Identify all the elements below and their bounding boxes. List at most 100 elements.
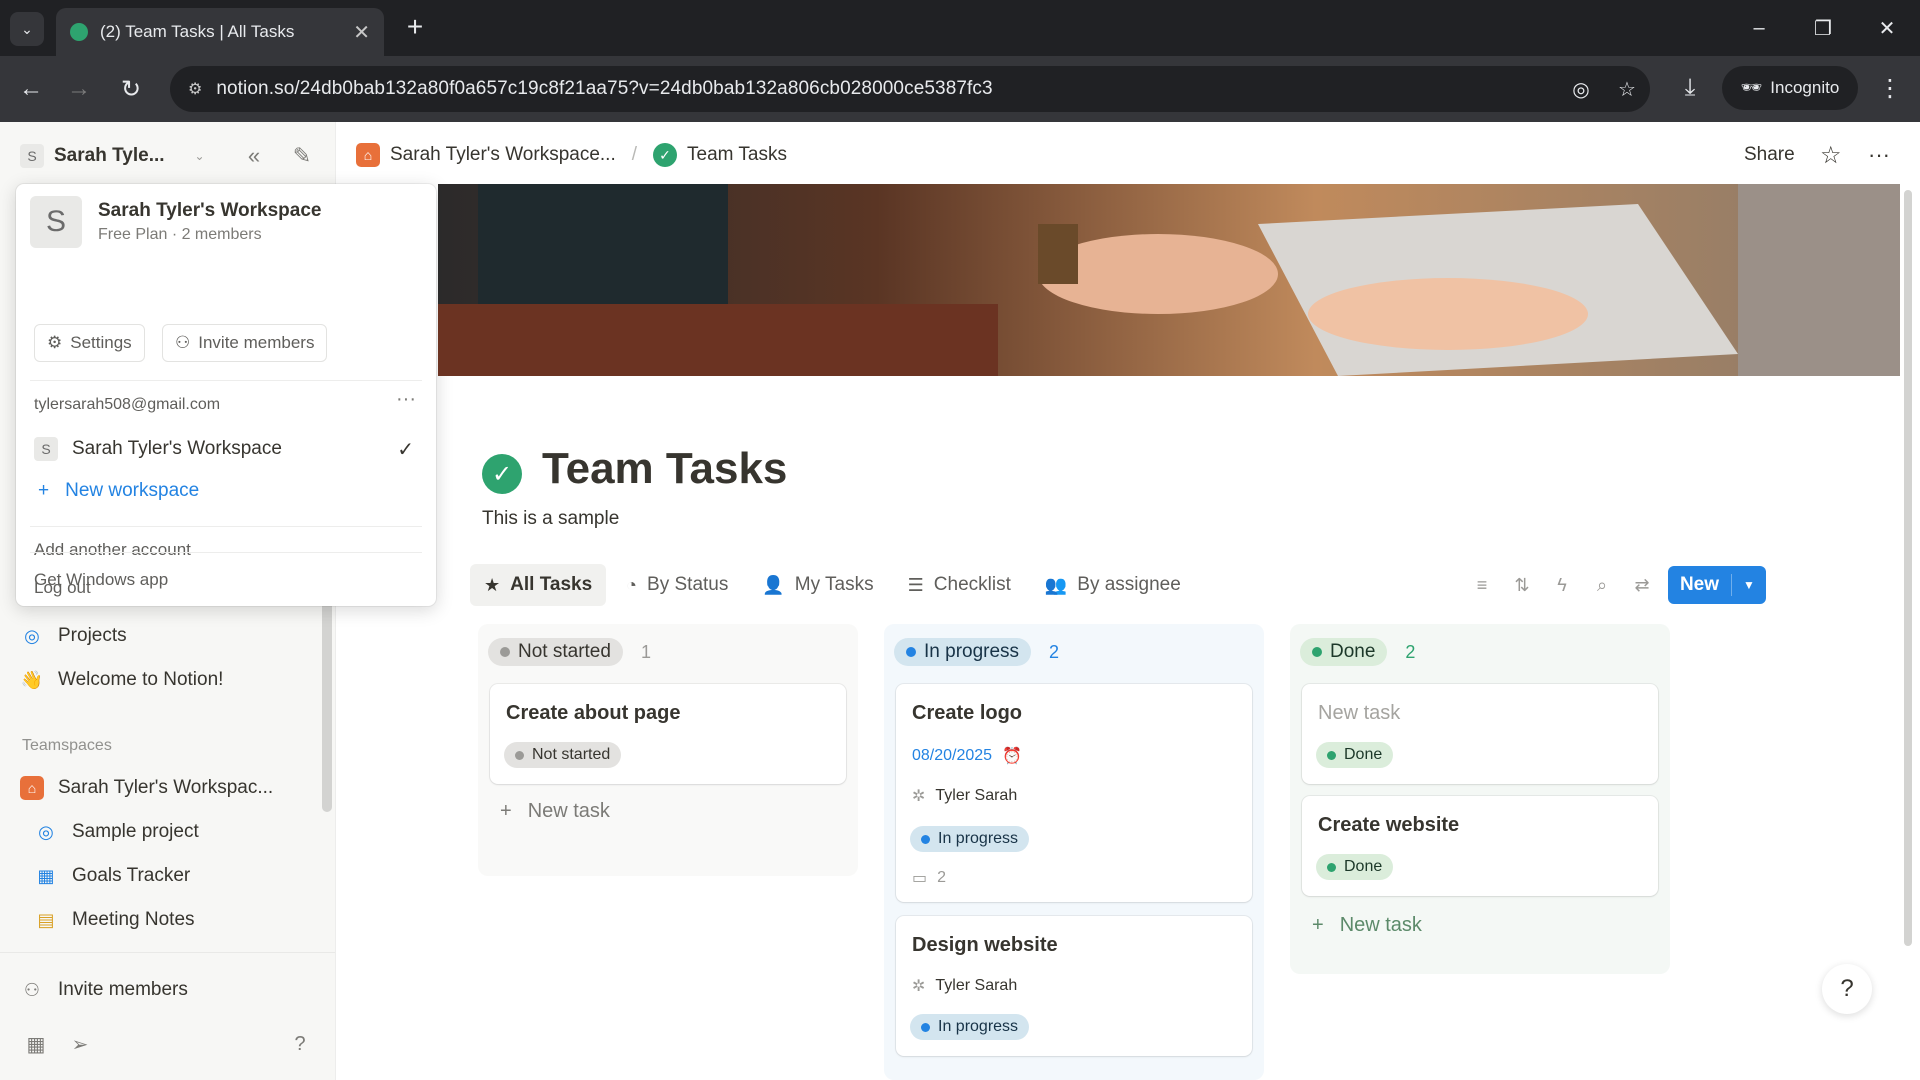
sidebar-item-label: Welcome to Notion! (58, 669, 224, 690)
tab-by-status[interactable]: ◔ By Status (612, 564, 742, 606)
task-card[interactable]: Create about page Not started (490, 684, 846, 784)
sidebar-item-label: Sarah Tyler's Workspac... (58, 777, 274, 798)
checklist-icon: ☰ (907, 574, 924, 595)
plus-icon: + (1312, 914, 1324, 936)
notion-ai-help-icon[interactable]: ? (1822, 964, 1872, 1014)
sort-icon[interactable]: ⇅ (1502, 575, 1542, 596)
close-window-icon[interactable]: ✕ (1856, 0, 1918, 56)
task-card[interactable]: Design website ✲ Tyler Sarah In progress (896, 916, 1252, 1056)
alarm-clock-icon: ⏰ (1002, 748, 1022, 765)
card-title: Design website (912, 934, 1058, 956)
chevron-down-icon[interactable]: ▼ (1732, 578, 1766, 592)
mail-send-icon[interactable]: ➢ (66, 1030, 94, 1058)
workspace-switcher[interactable]: S Sarah Tyle... ⌄ (20, 140, 205, 172)
breadcrumb-workspace[interactable]: Sarah Tyler's Workspace... (390, 144, 616, 166)
sidebar-item-welcome[interactable]: 👋 Welcome to Notion! (20, 662, 224, 698)
browser-tab[interactable]: (2) Team Tasks | All Tasks ✕ (56, 8, 384, 56)
automation-lightning-icon[interactable]: ϟ (1542, 575, 1582, 596)
task-card[interactable]: Create website Done (1302, 796, 1658, 896)
tab-list-chevron-icon[interactable]: ⌄ (10, 12, 44, 46)
page-scrollbar[interactable] (1904, 190, 1912, 946)
site-settings-icon[interactable]: ⚙ (188, 79, 202, 99)
status-badge[interactable]: In progress (894, 638, 1032, 666)
filter-icon[interactable]: ≡ (1462, 575, 1502, 596)
search-icon[interactable]: ⌕ (1582, 575, 1622, 596)
add-new-task-button[interactable]: + New task (500, 800, 610, 823)
sidebar-scrollbar[interactable] (322, 592, 332, 812)
more-options-icon[interactable]: ··· (396, 388, 416, 411)
sidebar-item-sample-project[interactable]: ◎ Sample project (34, 814, 199, 850)
settings-sliders-icon[interactable]: ⇄ (1622, 575, 1662, 596)
sidebar-item-label: Invite members (58, 979, 188, 1000)
tab-by-assignee[interactable]: 👥 By assignee (1031, 564, 1195, 606)
workspace-menu-header: S Sarah Tyler's Workspace Free Plan · 2 … (30, 196, 321, 248)
calendar-app-icon[interactable]: ▦ (22, 1030, 50, 1058)
status-badge[interactable]: Not started (488, 638, 623, 666)
new-tab-icon[interactable]: + (398, 10, 432, 44)
status-badge[interactable]: Done (1300, 638, 1388, 666)
view-tools: ≡ ⇅ ϟ ⌕ ⇄ (1462, 568, 1662, 602)
people-icon: 👥 (1044, 574, 1068, 595)
task-card[interactable]: New task Done (1302, 684, 1658, 784)
new-page-icon[interactable]: ✎ (286, 140, 318, 172)
status-tag: Done (1316, 854, 1394, 880)
share-button[interactable]: Share (1744, 138, 1795, 172)
collapse-sidebar-icon[interactable]: « (238, 140, 270, 172)
favorite-star-icon[interactable]: ☆ (1820, 138, 1842, 172)
incognito-badge[interactable]: 🕶 Incognito (1722, 66, 1858, 110)
add-new-task-button[interactable]: + New task (1312, 914, 1422, 937)
column-header: In progress 2 (894, 638, 1059, 666)
get-windows-app[interactable]: Get Windows app (34, 570, 168, 590)
close-tab-icon[interactable]: ✕ (353, 20, 370, 45)
sidebar-item-teamspace[interactable]: ⌂ Sarah Tyler's Workspac... (20, 770, 273, 806)
tab-all-tasks[interactable]: ★ All Tasks (470, 564, 607, 606)
check-circle-icon[interactable]: ✓ (482, 454, 522, 494)
view-label: By Status (647, 574, 729, 595)
settings-button[interactable]: ⚙ Settings (34, 324, 145, 362)
help-icon[interactable]: ? (286, 1030, 314, 1058)
sidebar-item-projects[interactable]: ◎ Projects (20, 618, 127, 654)
invite-members-button[interactable]: ⚇ Invite members (162, 324, 328, 362)
new-button[interactable]: New ▼ (1668, 566, 1766, 604)
status-tag-label: In progress (938, 1018, 1019, 1035)
due-date: 08/20/2025 ⏰ (912, 746, 1022, 766)
tracking-off-icon[interactable]: ◎ (1558, 77, 1604, 102)
tab-checklist[interactable]: ☰ Checklist (894, 564, 1025, 606)
column-header: Not started 1 (488, 638, 651, 666)
avatar-icon: ✲ (912, 978, 926, 995)
wave-icon: 👋 (20, 669, 44, 690)
tab-my-tasks[interactable]: 👤 My Tasks (748, 564, 887, 606)
status-dot (515, 750, 524, 760)
task-card[interactable]: Create logo 08/20/2025 ⏰ ✲ Tyler Sarah I… (896, 684, 1252, 902)
new-workspace-button[interactable]: + New workspace (38, 480, 199, 502)
breadcrumb-page[interactable]: Team Tasks (687, 144, 787, 166)
sidebar-item-meeting-notes[interactable]: ▤ Meeting Notes (34, 902, 194, 938)
sidebar-item-goals-tracker[interactable]: ▦ Goals Tracker (34, 858, 190, 894)
board-column-not-started: Not started 1 Create about page Not star… (478, 624, 858, 876)
address-bar[interactable]: ⚙ notion.so/24db0bab132a80f0a657c19c8f21… (170, 66, 1650, 112)
more-options-icon[interactable]: ··· (1868, 138, 1890, 172)
page-description[interactable]: This is a sample (482, 508, 619, 530)
back-icon[interactable]: ← (12, 70, 50, 108)
minimize-icon[interactable]: – (1728, 0, 1790, 56)
home-icon: ⌂ (356, 143, 380, 167)
browser-menu-icon[interactable]: ⋮ (1870, 68, 1910, 108)
check-circle-icon: ✓ (653, 143, 678, 167)
workspace-menu: S Sarah Tyler's Workspace Free Plan · 2 … (16, 184, 436, 606)
page-title[interactable]: Team Tasks (542, 444, 787, 494)
sidebar-item-label: Sample project (72, 821, 199, 842)
restore-icon[interactable]: ❐ (1792, 0, 1854, 56)
sidebar-item-label: Projects (58, 625, 127, 646)
reload-icon[interactable]: ↻ (112, 70, 150, 108)
add-new-label: New task (1339, 914, 1422, 936)
add-another-account[interactable]: Add another account (34, 540, 191, 560)
workspace-avatar-large: S (30, 196, 82, 248)
invite-person-icon: ⚇ (175, 333, 191, 352)
sidebar-invite-members[interactable]: ⚇ Invite members (20, 972, 188, 1008)
workspace-option[interactable]: S Sarah Tyler's Workspace ✓ (34, 434, 424, 464)
workspace-switcher-label: Sarah Tyle... (54, 145, 165, 166)
download-icon[interactable]: ⤓ (1670, 68, 1710, 108)
forward-icon[interactable]: → (60, 70, 98, 108)
comment-count: ▭ 2 (912, 868, 946, 888)
bookmark-star-icon[interactable]: ☆ (1604, 77, 1650, 102)
